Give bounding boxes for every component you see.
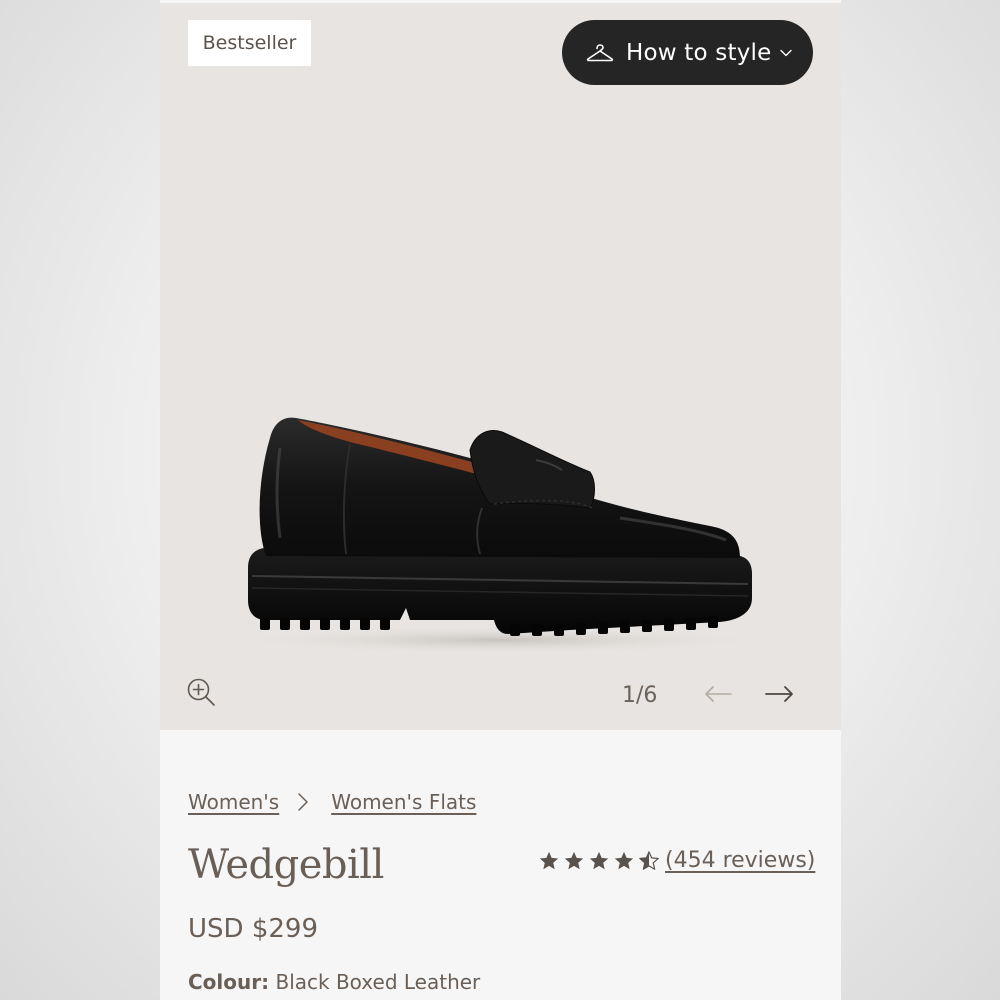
hanger-icon	[586, 43, 614, 61]
arrow-right-icon[interactable]	[763, 684, 795, 704]
star-icon	[564, 851, 584, 869]
breadcrumb-womens-flats[interactable]: Women's Flats	[331, 790, 476, 814]
image-counter: 1/6	[622, 683, 658, 708]
breadcrumb-womens[interactable]: Women's	[188, 790, 279, 814]
chevron-right-icon	[298, 793, 308, 811]
star-icon	[539, 851, 559, 869]
star-icon	[614, 851, 634, 869]
how-to-style-button[interactable]: How to style	[562, 20, 813, 85]
chevron-down-icon	[780, 49, 793, 56]
reviews-link[interactable]: (454 reviews)	[665, 848, 815, 873]
zoom-in-icon[interactable]	[186, 677, 216, 707]
product-rating: (454 reviews)	[538, 848, 815, 873]
how-to-style-label: How to style	[626, 39, 772, 66]
half-star-icon	[639, 850, 659, 870]
colour-value: Black Boxed Leather	[275, 970, 481, 994]
product-image	[240, 417, 760, 653]
breadcrumb: Women's Women's Flats	[188, 790, 476, 814]
product-price: USD $299	[188, 914, 318, 944]
bestseller-badge: Bestseller	[188, 20, 311, 66]
colour-label: Colour:	[188, 970, 270, 994]
star-icon	[589, 851, 609, 869]
product-colour: Colour: Black Boxed Leather	[188, 970, 480, 994]
star-rating	[538, 850, 663, 872]
product-page: Bestseller How to style 1/6 Women's Wome…	[160, 0, 841, 1000]
product-gallery[interactable]: Bestseller How to style 1/6	[160, 3, 841, 730]
arrow-left-icon[interactable]	[703, 684, 733, 704]
product-title: Wedgebill	[188, 842, 384, 888]
